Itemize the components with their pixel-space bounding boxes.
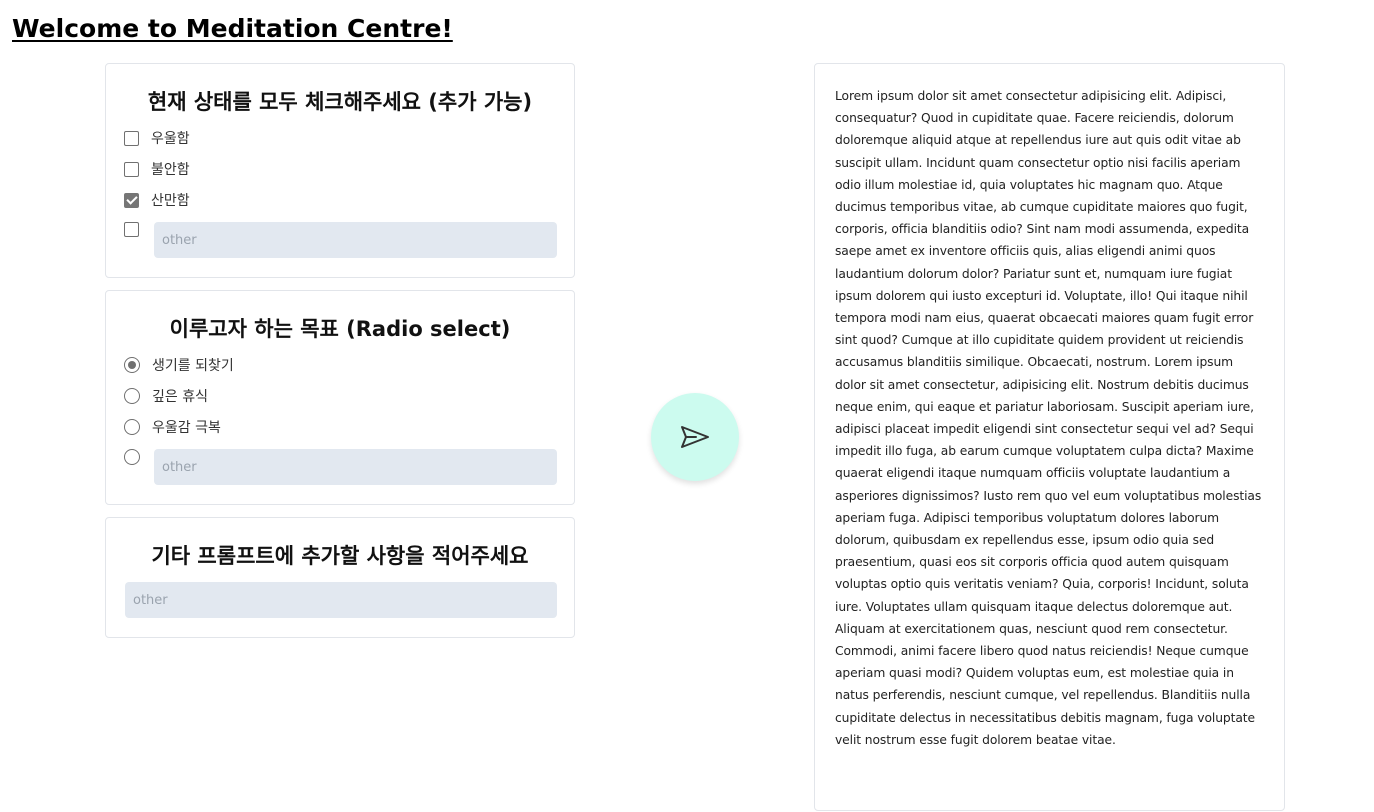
goal-option-deep-rest[interactable]: 깊은 휴식: [124, 386, 208, 406]
send-icon: [681, 426, 709, 448]
goal-option-overcome-depression[interactable]: 우울감 극복: [124, 417, 221, 437]
goal-option-label: 생기를 되찾기: [152, 358, 234, 374]
state-other-checkbox[interactable]: [124, 222, 139, 237]
state-other-input[interactable]: [154, 222, 557, 258]
goal-option-revitalize[interactable]: 생기를 되찾기: [124, 355, 234, 375]
state-checklist-card: 현재 상태를 모두 체크해주세요 (추가 가능) 우울함 불안함 산만함: [105, 63, 575, 278]
goal-option-revitalize-radio[interactable]: [124, 357, 140, 373]
goal-other-input[interactable]: [154, 449, 557, 485]
state-option-distracted-checkbox[interactable]: [124, 192, 139, 208]
state-option-label: 불안함: [151, 162, 190, 178]
page-title: Welcome to Meditation Centre!: [12, 14, 453, 43]
state-option-anxious-checkbox[interactable]: [124, 161, 139, 177]
state-checklist-title: 현재 상태를 모두 체크해주세요 (추가 가능): [147, 90, 533, 114]
extra-prompt-card: 기타 프롬프트에 추가할 사항을 적어주세요: [105, 517, 575, 638]
state-option-label: 산만함: [151, 193, 190, 209]
state-option-label: 우울함: [151, 131, 190, 147]
state-option-depressed-checkbox[interactable]: [124, 130, 139, 146]
goal-option-label: 우울감 극복: [152, 420, 221, 436]
goal-option-deep-rest-radio[interactable]: [124, 388, 140, 404]
send-button[interactable]: [651, 393, 739, 481]
extra-prompt-input[interactable]: [125, 582, 557, 618]
goal-other-radio[interactable]: [124, 449, 140, 465]
extra-prompt-title: 기타 프롬프트에 추가할 사항을 적어주세요: [151, 544, 529, 568]
state-option-anxious[interactable]: 불안함: [124, 159, 190, 179]
goal-radio-title: 이루고자 하는 목표 (Radio select): [169, 317, 511, 341]
state-option-depressed[interactable]: 우울함: [124, 128, 190, 148]
goal-option-label: 깊은 휴식: [152, 389, 208, 405]
goal-option-overcome-depression-radio[interactable]: [124, 419, 140, 435]
output-panel: Lorem ipsum dolor sit amet consectetur a…: [814, 63, 1285, 811]
state-option-distracted[interactable]: 산만함: [124, 190, 190, 210]
output-text: Lorem ipsum dolor sit amet consectetur a…: [835, 89, 1262, 747]
goal-radio-card: 이루고자 하는 목표 (Radio select) 생기를 되찾기 깊은 휴식 …: [105, 290, 575, 505]
